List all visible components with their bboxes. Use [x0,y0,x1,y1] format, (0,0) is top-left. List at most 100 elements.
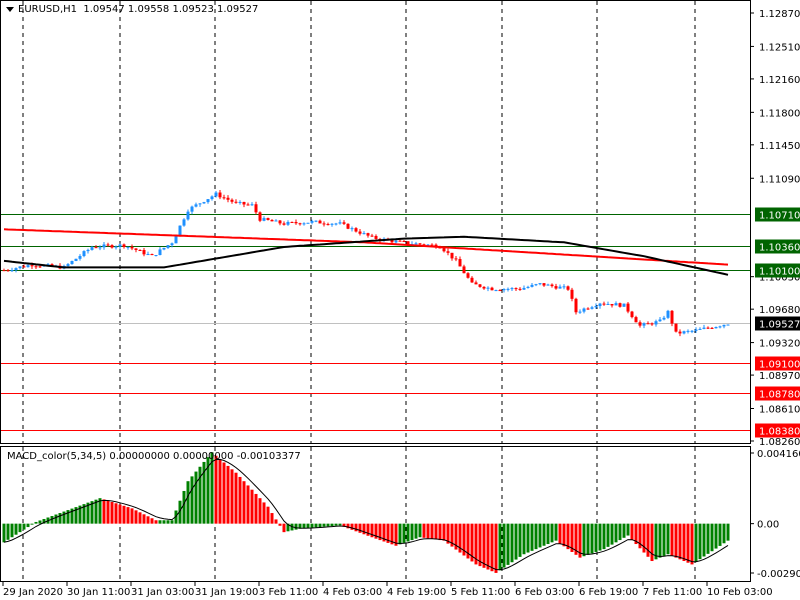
macd-histogram-bar [590,523,594,554]
macd-histogram-bar [138,512,142,524]
candle-body [710,327,714,329]
candle-body [86,249,90,252]
candle-body [374,235,378,239]
candle-body [726,324,730,326]
level-price-label: 1.10710 [759,211,800,222]
macd-histogram-bar [662,523,666,556]
candle-body [686,330,690,332]
macd-histogram-bar [26,523,30,528]
candle-body [718,326,722,328]
candle-body [678,331,682,334]
candle-body [482,286,486,289]
low-value: 1.09523 [172,4,214,15]
macd-histogram-bar [434,523,438,540]
candle-body [662,317,666,320]
candle-body [490,287,494,291]
candle-body [90,247,94,250]
candle-body [278,220,282,224]
macd-histogram-bar [294,523,298,530]
candle-body [406,241,410,245]
macd-histogram-bar [682,523,686,562]
macd-histogram-bar [614,523,618,543]
candle-body [594,306,598,308]
candle-body [366,233,370,236]
macd-histogram-bar [526,523,530,553]
candle-body [610,303,614,306]
candle-body [30,265,34,267]
candle-body [218,192,222,198]
collapse-triangle-icon[interactable] [6,6,14,12]
candle-body [470,277,474,283]
candle-body [442,247,446,252]
macd-histogram-bar [126,507,130,524]
macd-histogram-bar [674,523,678,558]
macd-histogram-bar [214,455,218,524]
candle-body [510,288,514,290]
price-axis-label: 1.11800 [759,108,800,119]
candle-body [206,199,210,203]
candle-body [514,288,518,290]
time-axis-label: 30 Jan 11:00 [67,587,130,598]
macd-histogram-bar [266,506,270,524]
macd-histogram-bar [726,523,730,541]
candle-body [294,221,298,224]
candle-body [266,218,270,220]
candle-body [534,284,538,286]
price-axis-label: 1.08970 [759,371,800,382]
candle-body [26,265,30,268]
time-axis-label: 4 Feb 19:00 [387,587,446,598]
macd-histogram-bar [18,523,22,533]
high-value: 1.09558 [127,4,170,15]
candle-body [310,220,314,223]
macd-histogram-bar [498,523,502,571]
macd-histogram-bar [414,523,418,539]
candle-body [186,211,190,220]
macd-histogram-bar [30,523,34,525]
macd-histogram-bar [38,520,42,524]
candle-body [290,221,294,223]
macd-histogram-bar [714,523,718,549]
price-axis-label: 1.12870 [759,9,800,20]
candle-body [334,223,338,225]
candle-body [522,287,526,290]
candle-body [142,249,146,255]
macd-histogram-bar [146,516,150,524]
macd-histogram-bar [150,518,154,524]
macd-histogram-bar [478,523,482,567]
price-chart[interactable]: 1.12870 1.12510 1.12160 1.11800 1.11450 1.110… [0,0,800,600]
candle-body [414,243,418,245]
candle-body [474,282,478,285]
candle-body [222,197,226,199]
candle-body [690,330,694,332]
macd-histogram-bar [358,523,362,533]
candle-body [398,240,402,242]
candle-body [250,204,254,206]
macd-histogram-bar [338,523,342,526]
macd-histogram-bar [482,523,486,568]
candle-body [22,266,26,268]
candle-body [134,248,138,250]
macd-histogram-bar [110,502,114,524]
macd-histogram-bar [306,523,310,529]
macd-histogram-bar [182,490,186,524]
macd-axis-label: 0.0041603 [757,449,800,460]
price-axis-label: 1.09320 [759,339,800,350]
candle-body [154,255,158,257]
macd-histogram-bar [238,476,242,524]
macd-histogram-bar [694,523,698,562]
macd-histogram-bar [322,523,326,527]
candle-body [14,268,18,271]
candle-body [158,249,162,256]
candle-body [722,324,726,327]
candle-body [562,286,566,288]
candle-body [582,308,586,312]
macd-histogram-bar [222,462,226,524]
time-axis-label: 6 Feb 19:00 [579,587,638,598]
macd-histogram-bar [530,523,534,551]
candle-body [226,197,230,200]
candle-body [350,228,354,230]
macd-histogram-bar [622,523,626,538]
candle-body [446,251,450,253]
macd-value-2: 0.00000000 [173,451,234,462]
macd-histogram-bar [518,523,522,557]
